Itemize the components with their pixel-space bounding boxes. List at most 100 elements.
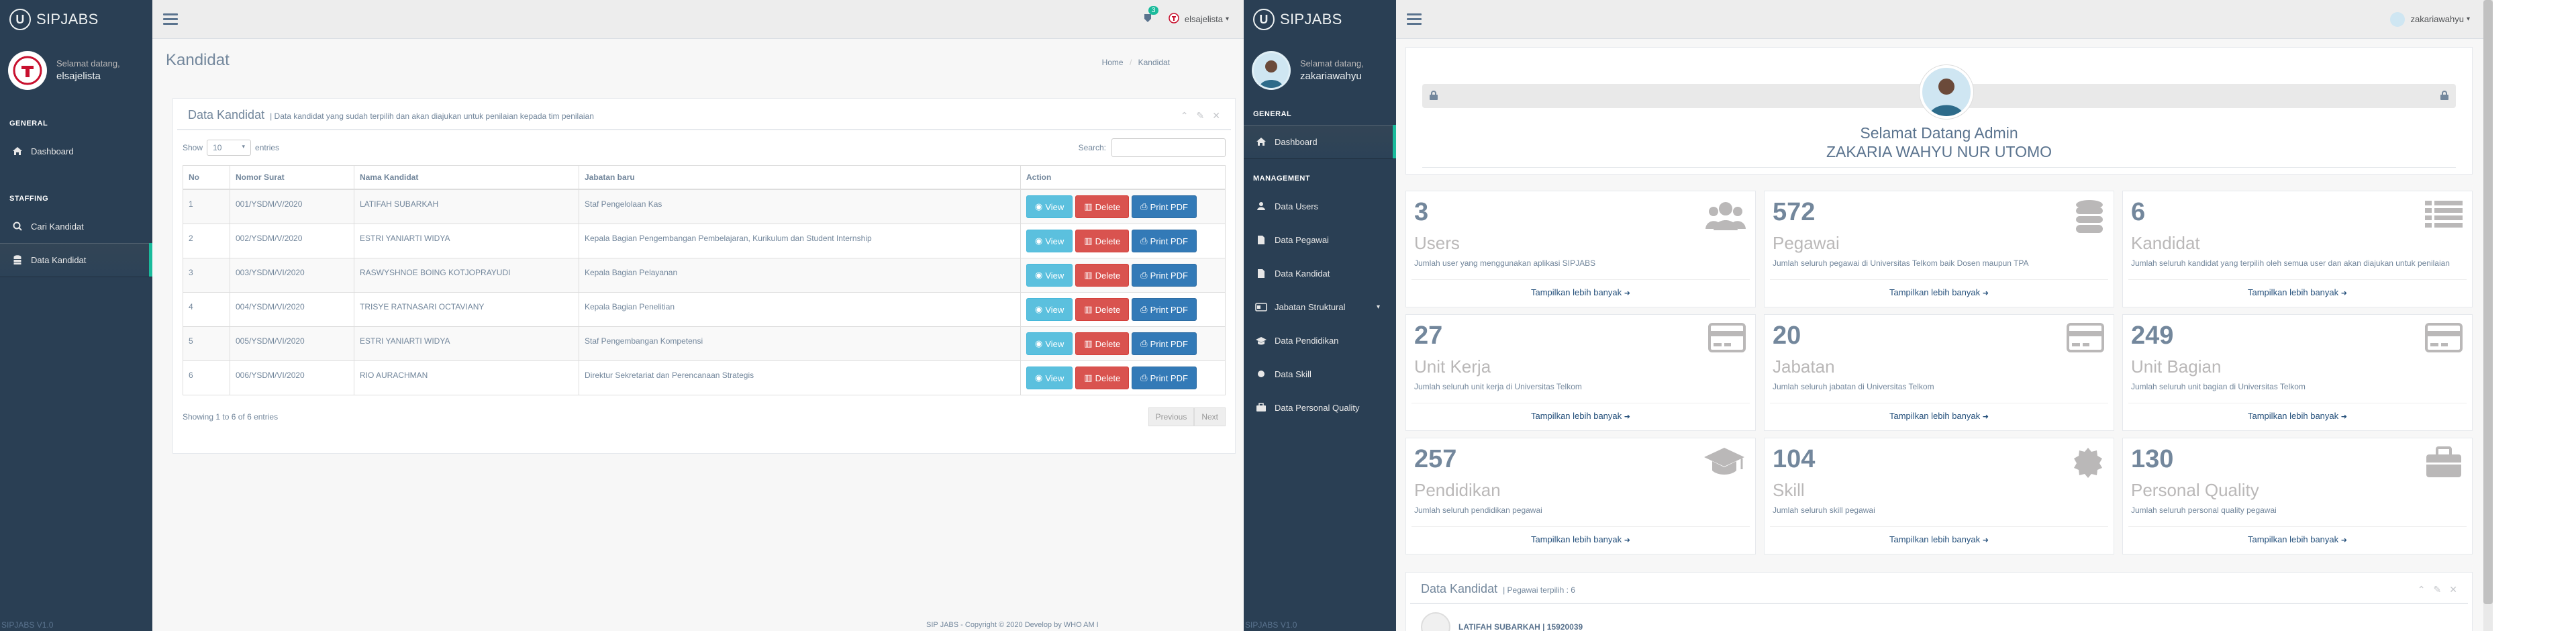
cell-nomor-surat: 004/YSDM/VI/2020 bbox=[230, 292, 354, 327]
print-pdf-button[interactable]: ⎙ Print PDF bbox=[1132, 195, 1197, 218]
notification-badge: 3 bbox=[1148, 6, 1159, 15]
credit-card-icon bbox=[1708, 323, 1746, 356]
delete-button[interactable]: ▥ Delete bbox=[1075, 264, 1130, 287]
view-button[interactable]: ◉ View bbox=[1026, 230, 1073, 252]
collapse-icon[interactable]: ⌃ bbox=[2418, 584, 2426, 595]
cell-jabatan-baru: Direktur Sekretariat dan Perencanaan Str… bbox=[579, 360, 1021, 395]
page-size-select[interactable]: 10 ▾ bbox=[207, 140, 252, 156]
stat-count: 249 bbox=[2131, 322, 2174, 350]
candidate-item[interactable]: LATIFAH SUBARKAH | 15920039 bbox=[1458, 622, 1583, 631]
print-pdf-button[interactable]: ⎙ Print PDF bbox=[1132, 230, 1197, 252]
nav-dashboard[interactable]: Dashboard bbox=[0, 134, 152, 168]
print-icon: ⎙ bbox=[1140, 270, 1148, 280]
menu-toggle-icon[interactable] bbox=[163, 13, 178, 25]
show-more-link[interactable]: Tampilkan lebih banyak ➜ bbox=[2123, 287, 2472, 297]
section-general: GENERAL bbox=[1253, 110, 1292, 118]
briefcase-icon bbox=[2425, 446, 2463, 482]
cell-no: 2 bbox=[183, 224, 230, 258]
show-more-link[interactable]: Tampilkan lebih banyak ➜ bbox=[2123, 411, 2472, 421]
brand[interactable]: U SIPJABS bbox=[1244, 0, 1396, 39]
trash-icon: ▥ bbox=[1084, 338, 1093, 348]
cell-action: ◉ View ▥ Delete ⎙ Print PDF bbox=[1020, 360, 1226, 395]
nav-data-pegawai[interactable]: Data Pegawai bbox=[1244, 223, 1396, 256]
show-more-link[interactable]: Tampilkan lebih banyak ➜ bbox=[1765, 534, 2114, 544]
prev-button[interactable]: Previous bbox=[1148, 407, 1195, 426]
delete-button[interactable]: ▥ Delete bbox=[1075, 332, 1130, 355]
entries-label: entries bbox=[255, 143, 280, 152]
show-more-link[interactable]: Tampilkan lebih banyak ➜ bbox=[1406, 534, 1755, 544]
stat-tile: 104 Skill Jumlah seluruh skill pegawai Tamp… bbox=[1764, 438, 2114, 554]
breadcrumb: Home / Kandidat bbox=[1101, 58, 1170, 67]
nav-data-kandidat[interactable]: Data Kandidat bbox=[0, 243, 152, 277]
nav-data-users[interactable]: Data Users bbox=[1244, 189, 1396, 223]
brand-name: SIPJABS bbox=[1280, 11, 1342, 28]
breadcrumb-home[interactable]: Home bbox=[1102, 58, 1124, 67]
right-scrollbar[interactable] bbox=[2483, 0, 2493, 631]
chevron-down-icon[interactable]: ▾ bbox=[2467, 15, 2470, 23]
wrench-icon[interactable]: ✎ bbox=[1197, 110, 1205, 122]
show-more-link[interactable]: Tampilkan lebih banyak ➜ bbox=[1765, 411, 2114, 421]
brand-name: SIPJABS bbox=[36, 11, 99, 28]
delete-button[interactable]: ▥ Delete bbox=[1075, 298, 1130, 321]
search-input[interactable] bbox=[1111, 138, 1226, 157]
wrench-icon[interactable]: ✎ bbox=[2434, 584, 2442, 595]
cell-action: ◉ View ▥ Delete ⎙ Print PDF bbox=[1020, 224, 1226, 258]
nav-label: Data Kandidat bbox=[31, 254, 87, 265]
show-more-link[interactable]: Tampilkan lebih banyak ➜ bbox=[1765, 287, 2114, 297]
user-avatar[interactable] bbox=[1169, 13, 1179, 26]
print-pdf-button[interactable]: ⎙ Print PDF bbox=[1132, 367, 1197, 389]
view-button[interactable]: ◉ View bbox=[1026, 298, 1073, 321]
print-pdf-button[interactable]: ⎙ Print PDF bbox=[1132, 264, 1197, 287]
collapse-icon[interactable]: ⌃ bbox=[1181, 110, 1189, 122]
nav-dashboard[interactable]: Dashboard bbox=[1244, 125, 1396, 158]
delete-button[interactable]: ▥ Delete bbox=[1075, 230, 1130, 252]
next-button[interactable]: Next bbox=[1194, 407, 1226, 426]
nav-data-pendidikan[interactable]: Data Pendidikan bbox=[1244, 324, 1396, 357]
close-icon[interactable]: ✕ bbox=[2449, 584, 2457, 595]
user-menu[interactable]: zakariawahyu bbox=[2410, 14, 2464, 24]
view-button[interactable]: ◉ View bbox=[1026, 264, 1073, 287]
notification-icon[interactable]: 3 bbox=[1143, 6, 1159, 26]
stat-tile: 6 Kandidat Jumlah seluruh kandidat yang te… bbox=[2122, 191, 2473, 307]
user-avatar[interactable] bbox=[2390, 11, 2406, 27]
col-nama-kandidat[interactable]: Nama Kandidat bbox=[354, 165, 579, 190]
show-more-link[interactable]: Tampilkan lebih banyak ➜ bbox=[1406, 287, 1755, 297]
view-button[interactable]: ◉ View bbox=[1026, 332, 1073, 355]
stat-tile: 130 Personal Quality Jumlah seluruh person… bbox=[2122, 438, 2473, 554]
delete-button[interactable]: ▥ Delete bbox=[1075, 195, 1130, 218]
close-icon[interactable]: ✕ bbox=[1212, 110, 1220, 122]
users-icon bbox=[1253, 201, 1269, 211]
view-button[interactable]: ◉ View bbox=[1026, 195, 1073, 218]
view-button[interactable]: ◉ View bbox=[1026, 367, 1073, 389]
col-jabatan-baru[interactable]: Jabatan baru bbox=[579, 165, 1021, 190]
col-nomor-surat[interactable]: Nomor Surat bbox=[230, 165, 354, 190]
arrow-circle-right-icon: ➜ bbox=[1624, 536, 1630, 544]
print-pdf-button[interactable]: ⎙ Print PDF bbox=[1132, 298, 1197, 321]
brand[interactable]: U SIPJABS bbox=[0, 0, 152, 39]
data-kandidat-panel: Data Kandidat | Data kandidat yang sudah… bbox=[172, 98, 1236, 454]
print-pdf-button[interactable]: ⎙ Print PDF bbox=[1132, 332, 1197, 355]
nav-data-skill[interactable]: Data Skill bbox=[1244, 357, 1396, 391]
show-more-link[interactable]: Tampilkan lebih banyak ➜ bbox=[1406, 411, 1755, 421]
stat-label: Personal Quality bbox=[2131, 480, 2259, 500]
menu-toggle-icon[interactable] bbox=[1407, 13, 1422, 25]
briefcase-icon bbox=[1253, 403, 1269, 412]
chevron-down-icon[interactable]: ▾ bbox=[1377, 303, 1380, 311]
chevron-down-icon[interactable]: ▾ bbox=[1226, 15, 1229, 23]
user-menu[interactable]: elsajelista bbox=[1185, 14, 1223, 24]
eye-icon: ◉ bbox=[1035, 373, 1043, 383]
arrow-circle-right-icon: ➜ bbox=[2340, 413, 2347, 421]
col-no[interactable]: No bbox=[183, 165, 230, 190]
trash-icon: ▥ bbox=[1084, 236, 1093, 246]
cell-no: 6 bbox=[183, 360, 230, 395]
nav-jabatan-struktural[interactable]: Jabatan Struktural ▾ bbox=[1244, 290, 1396, 324]
delete-button[interactable]: ▥ Delete bbox=[1075, 367, 1130, 389]
home-icon bbox=[1253, 137, 1269, 146]
arrow-circle-right-icon: ➜ bbox=[1624, 289, 1630, 297]
show-more-link[interactable]: Tampilkan lebih banyak ➜ bbox=[2123, 534, 2472, 544]
nav-cari-kandidat[interactable]: Cari Kandidat bbox=[0, 209, 152, 243]
col-action[interactable]: Action bbox=[1020, 165, 1226, 190]
table-row: 1 001/YSDM/V/2020 LATIFAH SUBARKAH Staf Pen… bbox=[183, 189, 1226, 224]
nav-data-kandidat[interactable]: Data Kandidat bbox=[1244, 256, 1396, 290]
nav-data-personal-quality[interactable]: Data Personal Quality bbox=[1244, 391, 1396, 424]
